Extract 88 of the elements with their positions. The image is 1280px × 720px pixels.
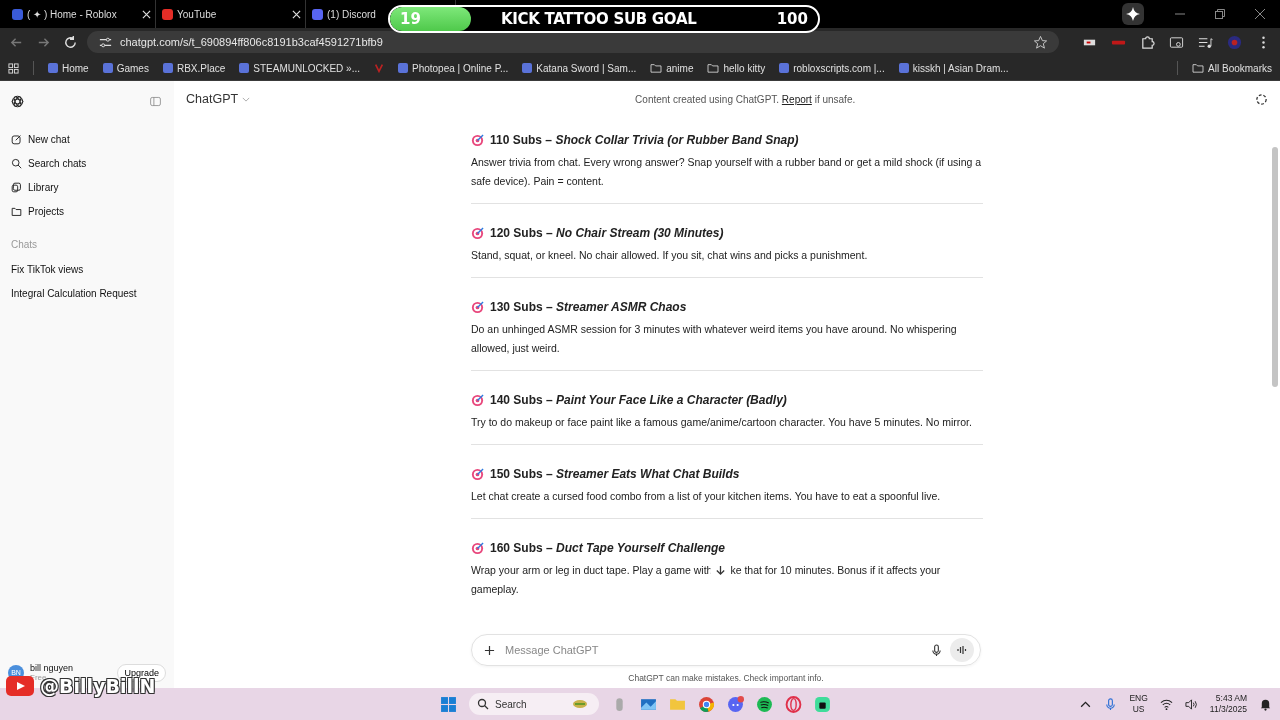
bookmark[interactable]: Home [48, 62, 89, 74]
bookmark-folder[interactable]: All Bookmarks [1192, 62, 1272, 74]
dashed-circle-icon[interactable] [1255, 92, 1268, 106]
bookmark[interactable]: robloxscripts.com |... [779, 62, 885, 74]
disclaimer-text: ChatGPT can make mistakes. Check important info. [627, 673, 825, 683]
folder-icon [707, 63, 720, 73]
opera-icon[interactable] [785, 695, 802, 713]
bookmark-icon[interactable] [374, 63, 384, 73]
bookmark[interactable]: kisskh | Asian Dram... [898, 62, 1009, 74]
sidebar-nav-item[interactable]: New chat [0, 127, 174, 151]
message-input[interactable]: Message ChatGPT [503, 643, 923, 657]
bookmark[interactable]: Games [102, 62, 149, 74]
site-icon [12, 8, 23, 20]
chat-history-item[interactable]: Fix TikTok views [0, 258, 174, 282]
milestone-heading: 140 Subs – Paint Your Face Like a Character (Badly) [490, 393, 787, 407]
sidebar-nav-item[interactable]: Search chats [0, 151, 174, 175]
milestone-description: Let chat create a cursed food combo from a list of your kitchen items. You have to eat a spoonful live. [471, 490, 941, 502]
target-icon [471, 226, 484, 240]
sparkle-icon[interactable] [1122, 3, 1144, 25]
waveform-icon [956, 644, 968, 656]
address-bar[interactable]: chatgpt.com/s/t_690894ff806c8191b3caf4591271bfb9 [87, 31, 1059, 53]
search-icon [477, 698, 489, 710]
sidebar-nav-item[interactable]: Library [0, 175, 174, 199]
search-icon [11, 157, 22, 169]
volume-icon[interactable] [1184, 697, 1198, 711]
logo-icon[interactable] [10, 93, 25, 109]
star-icon[interactable] [1033, 34, 1048, 50]
library-icon [11, 181, 22, 193]
language-indicator[interactable]: ENG US [1129, 693, 1148, 715]
bell-icon[interactable] [1259, 697, 1272, 711]
section-label: Chats [11, 239, 39, 250]
clock[interactable]: 5:43 AM 11/3/2025 [1209, 693, 1247, 715]
folder-icon [11, 205, 22, 217]
reload-icon[interactable] [63, 34, 78, 50]
milestone-description: ke that for 10 minutes. Bonus if it affects your [730, 563, 941, 578]
goal-current-count: 19 [400, 10, 421, 28]
user-name: bill nguyen [30, 663, 75, 673]
app-icon[interactable] [814, 695, 831, 713]
taskbar-search[interactable]: Search [469, 693, 599, 715]
microphone-icon[interactable] [931, 643, 942, 657]
goal-target-count: 100 [776, 10, 808, 28]
chat-history-item[interactable]: Integral Calculation Request [0, 282, 174, 306]
close-icon[interactable] [1254, 8, 1266, 20]
milestone-description: Do an unhinged ASMR session for 3 minutes with whatever weird items you have around. No whispering allowed, just weird. [471, 323, 957, 354]
plus-icon[interactable] [484, 644, 495, 656]
report-link[interactable]: Report [781, 93, 812, 105]
milestone-heading: 120 Subs – No Chair Stream (30 Minutes) [490, 226, 724, 240]
scrollbar-thumb[interactable] [1272, 147, 1278, 387]
bookmark[interactable]: Katana Sword | Sam... [522, 62, 637, 74]
apps-grid-icon[interactable] [8, 62, 19, 74]
discord-icon[interactable] [727, 695, 744, 713]
bookmark-folder[interactable]: hello kitty [707, 62, 766, 74]
bookmark[interactable]: STEAMUNLOCKED »... [239, 62, 360, 74]
bookmark-folder[interactable]: anime [650, 62, 694, 74]
puzzle-icon[interactable] [1140, 34, 1155, 50]
chrome-icon[interactable] [698, 695, 715, 713]
milestone-heading: 150 Subs – Streamer Eats What Chat Builds [490, 467, 740, 481]
wifi-icon[interactable] [1159, 697, 1173, 711]
tab-search-icon[interactable] [1169, 34, 1184, 50]
milestone-heading: 110 Subs – Shock Collar Trivia (or Rubber Band Snap) [490, 133, 799, 147]
target-icon [471, 133, 484, 147]
model-selector[interactable]: ChatGPT [186, 92, 251, 106]
bookmark[interactable]: Photopea | Online P... [398, 62, 509, 74]
sidebar-toggle-icon[interactable] [149, 94, 162, 108]
milestone-heading: 130 Subs – Streamer ASMR Chaos [490, 300, 687, 314]
milestone-heading: 160 Subs – Duct Tape Yourself Challenge [490, 541, 725, 555]
target-icon [471, 541, 484, 555]
windows-start-icon[interactable] [440, 695, 457, 713]
milestone-description: Answer trivia from chat. Every wrong answer? Snap yourself with a rubber band or get a mild shock (if using a safe device). Pain = content. [471, 156, 982, 187]
arrow-down-icon [715, 565, 727, 576]
folder-icon [1192, 63, 1205, 73]
target-icon [471, 393, 484, 407]
restore-icon[interactable] [1214, 8, 1226, 20]
voice-mode-button[interactable] [950, 638, 974, 662]
spotify-icon[interactable] [756, 695, 773, 713]
shared-notice: Content created using ChatGPT. Report if unsafe. [635, 93, 856, 105]
milestone-description: Stand, squat, or kneel. No chair allowed. If you sit, chat wins and picks a punishment. [471, 249, 868, 261]
target-icon [471, 300, 484, 314]
goal-title: KICK TATTOO SUB GOAL [500, 10, 697, 28]
bookmark[interactable]: RBX.Place [162, 62, 226, 74]
folder-icon [650, 63, 663, 73]
target-icon [471, 467, 484, 481]
site-icon [162, 8, 173, 20]
pencil-icon [11, 133, 22, 145]
milestone-description: Try to do makeup or face paint like a famous game/anime/cartoon character. You have 5 minutes. No mirror. [471, 416, 972, 428]
milestone-description: gameplay. [471, 582, 519, 597]
site-icon [312, 8, 323, 20]
sidebar-nav-item[interactable]: Projects [0, 199, 174, 223]
